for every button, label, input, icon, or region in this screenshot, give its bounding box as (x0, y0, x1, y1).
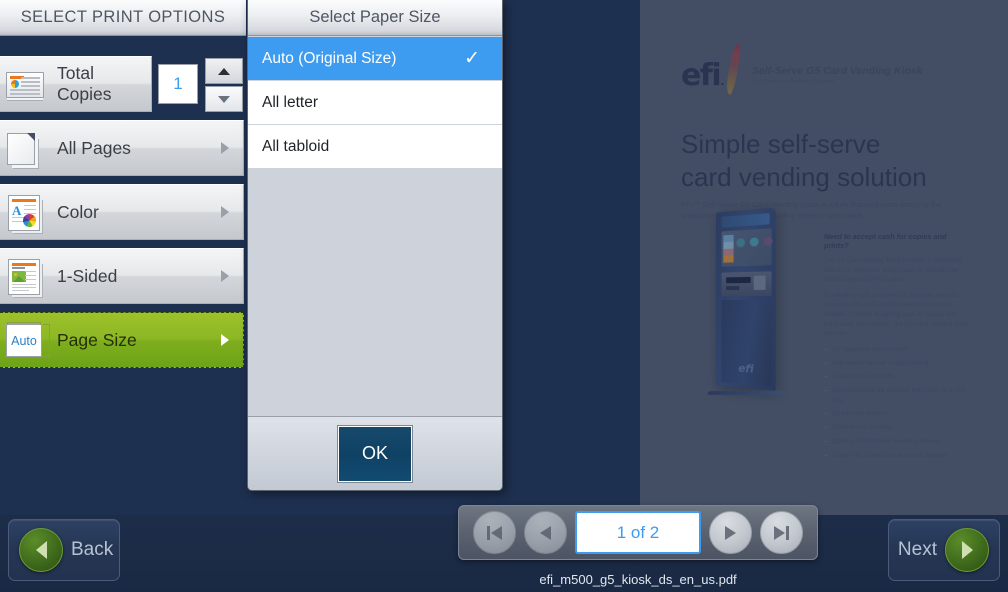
feature-bullet: Support for customized skins and signage (824, 451, 972, 460)
kiosk-header-banner (722, 213, 770, 228)
feature-bullet: Optional PIN terminal mounting bracket (824, 437, 972, 446)
sidebar: SELECT PRINT OPTIONS Total Copies 1 All … (0, 0, 246, 515)
sidebar-item-label: 1-Sided (57, 266, 117, 287)
kiosk-screen-button (764, 236, 773, 246)
previous-page-button[interactable] (524, 511, 567, 554)
kiosk-touchscreen (722, 228, 772, 266)
kiosk-body: efi (716, 207, 776, 390)
paper-size-option-all-letter[interactable]: All letter (248, 81, 502, 125)
sidebar-item-label: Color (57, 202, 99, 223)
next-page-button[interactable] (709, 511, 752, 554)
previous-page-icon (540, 526, 551, 540)
sidebar-item-sides[interactable]: 1-Sided (0, 248, 244, 304)
efi-tagline-sub: Self-Serve and Payment Systems (752, 79, 923, 85)
copies-increment-button[interactable] (205, 58, 243, 84)
feature-bullet: 2D barcode scanner (824, 409, 972, 418)
document-feature-column: Need to accept cash for copies and print… (824, 232, 972, 465)
print-options-screen: efi. Self-Serve G5 Card Vending Kiosk Se… (0, 0, 1008, 592)
sidebar-item-color[interactable]: A Color (0, 184, 244, 240)
first-page-button[interactable] (473, 511, 516, 554)
chevron-right-icon (221, 334, 229, 346)
kiosk-base-plate (707, 391, 784, 395)
total-copies-input[interactable]: 1 (158, 64, 198, 104)
feature-paragraph: The G5 Card Vending Kiosk provides a com… (824, 256, 972, 285)
last-page-button[interactable] (760, 511, 803, 554)
chevron-right-icon (221, 270, 229, 282)
feature-bullet: 19" capacitive touch screen (824, 345, 972, 354)
kiosk-payment-panel (722, 271, 772, 296)
document-preview[interactable]: efi. Self-Serve G5 Card Vending Kiosk Se… (640, 0, 1008, 515)
document-headline: Simple self-serve card vending solution (681, 128, 981, 195)
dialog-footer: OK (248, 416, 502, 490)
kiosk-lower-cabinet: efi (722, 300, 772, 386)
option-label: Auto (Original Size) (262, 50, 396, 68)
paper-bracket-top-icon (7, 322, 41, 325)
feature-bullet: Multi-directional bill acceptor that hol… (824, 386, 972, 405)
feature-bullet-list: 19" capacitive touch screen High-speed t… (824, 345, 972, 460)
paper-size-option-all-tabloid[interactable]: All tabloid (248, 125, 502, 169)
kiosk-card-slot (726, 286, 739, 290)
chevron-right-icon (221, 142, 229, 154)
efi-trademark-dot: . (720, 75, 723, 88)
next-button-label: Next (898, 539, 937, 561)
ok-button[interactable]: OK (338, 426, 412, 482)
back-arrow-icon (19, 528, 63, 572)
next-page-icon (725, 526, 736, 540)
dialog-title: Select Paper Size (248, 0, 502, 36)
efi-tagline-block: Self-Serve G5 Card Vending Kiosk Self-Se… (752, 65, 923, 85)
kiosk-screen-button (736, 238, 745, 247)
feature-bullet: High-speed thermal receipt printing (824, 359, 972, 368)
sidebar-item-label: Total Copies (57, 63, 151, 105)
check-icon: ✓ (464, 47, 480, 70)
chevron-down-icon (218, 96, 230, 103)
kiosk-screen-buttons (736, 236, 772, 247)
kiosk-product-photo: efi (700, 200, 820, 415)
next-button[interactable]: Next (888, 519, 1000, 581)
page-indicator[interactable]: 1 of 2 (575, 511, 701, 554)
document-page: efi. Self-Serve G5 Card Vending Kiosk Se… (640, 0, 1008, 515)
color-mode-icon: A (5, 192, 45, 232)
first-page-icon (487, 526, 502, 540)
sidebar-item-page-size[interactable]: Auto Page Size (0, 312, 244, 368)
option-label: All letter (262, 94, 318, 112)
option-label: All tabloid (262, 138, 329, 156)
last-page-icon (774, 526, 789, 540)
copies-decrement-button[interactable] (205, 86, 243, 112)
feature-heading: Need to accept cash for copies and print… (824, 232, 972, 250)
paper-size-option-auto[interactable]: Auto (Original Size) ✓ (248, 37, 502, 81)
select-paper-size-dialog: Select Paper Size Auto (Original Size) ✓… (247, 0, 503, 491)
back-button-label: Back (71, 539, 113, 561)
sidebar-item-label: Page Size (57, 330, 137, 351)
auto-paper-label: Auto (6, 324, 42, 357)
chevron-right-icon (221, 206, 229, 218)
feature-paragraph: By allowing cash customers to dispense a… (824, 291, 972, 339)
kiosk-card-reader (754, 276, 766, 290)
kiosk-screen-sidebar (723, 235, 733, 263)
chevron-up-icon (218, 68, 230, 75)
back-button[interactable]: Back (8, 519, 120, 581)
copies-icon (5, 64, 45, 104)
page-navigation-bar: 1 of 2 (458, 505, 818, 560)
paper-size-option-list: Auto (Original Size) ✓ All letter All ta… (248, 37, 502, 416)
sidebar-item-total-copies[interactable]: Total Copies (0, 56, 152, 112)
auto-paper-icon: Auto (5, 320, 45, 360)
next-arrow-icon (945, 528, 989, 572)
efi-logo: efi. Self-Serve G5 Card Vending Kiosk Se… (681, 43, 922, 91)
feature-bullet: Optional coin acceptor (824, 423, 972, 432)
sidebar-item-all-pages[interactable]: All Pages (0, 120, 244, 176)
kiosk-screen-button (750, 237, 759, 247)
filename-label: efi_m500_g5_kiosk_ds_en_us.pdf (458, 572, 818, 587)
efi-wordmark: efi. (681, 61, 723, 91)
duplex-icon (5, 256, 45, 296)
efi-swoosh-icon (725, 43, 741, 96)
sidebar-item-label: All Pages (57, 138, 131, 159)
efi-tagline: Self-Serve G5 Card Vending Kiosk (752, 65, 923, 77)
page-range-icon (5, 128, 45, 168)
kiosk-efi-logo: efi (738, 362, 754, 376)
paper-bracket-icon (43, 324, 50, 357)
sidebar-header: SELECT PRINT OPTIONS (0, 0, 246, 36)
kiosk-bill-slot (726, 277, 751, 283)
feature-bullet: Capacity for 200 cards (824, 372, 972, 381)
print-option-list: Total Copies 1 All Pages A Color 1-Sided… (0, 56, 246, 376)
